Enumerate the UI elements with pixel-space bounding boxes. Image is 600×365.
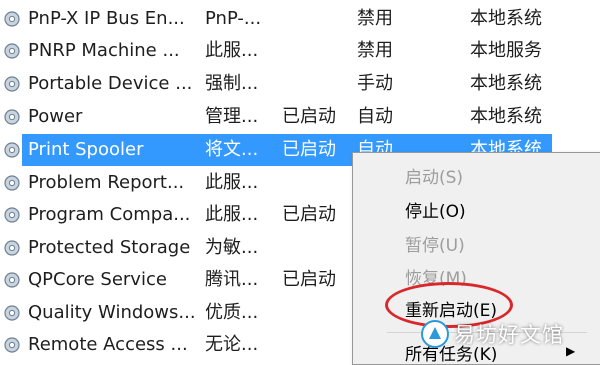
service-status: 已启动 (282, 139, 336, 160)
service-gear-icon (4, 207, 20, 223)
service-logon: 本地服务 (470, 40, 542, 61)
service-name: PnP-X IP Bus En... (28, 8, 185, 29)
service-gear-icon (4, 305, 20, 321)
service-name: QPCore Service (28, 269, 167, 290)
service-name: Power (28, 106, 83, 127)
service-name: Program Compa... (28, 204, 191, 225)
service-description: 为敏... (205, 237, 259, 258)
service-description: 管理... (205, 106, 259, 127)
service-gear-icon (4, 175, 20, 191)
service-status: 已启动 (282, 106, 336, 127)
service-gear-icon (4, 142, 20, 158)
watermark-text: 易坊好文馆 (454, 323, 564, 347)
service-startup-type: 禁用 (357, 8, 393, 29)
service-description: 此服... (205, 204, 259, 225)
service-description: 腾讯... (205, 269, 259, 290)
menu-item-pause[interactable]: 暂停(U) (405, 231, 465, 256)
service-startup-type: 手动 (357, 73, 393, 94)
service-name: PNRP Machine ... (28, 40, 180, 61)
service-row[interactable]: PNRP Machine ... 此服... 禁用 本地服务 (0, 35, 600, 67)
service-status: 已启动 (282, 269, 336, 290)
service-startup-type: 禁用 (357, 40, 393, 61)
service-gear-icon (4, 337, 20, 353)
watermark: 易坊好文馆 (420, 314, 564, 354)
service-description: 无论... (205, 334, 259, 355)
service-row[interactable]: PnP-X IP Bus En... PnP-... 禁用 本地系统 (0, 3, 600, 35)
watermark-logo-icon (421, 320, 449, 348)
service-description: 优质... (205, 302, 259, 323)
service-name: Problem Report... (28, 172, 185, 193)
service-name: Protected Storage (28, 237, 191, 258)
service-startup-type: 自动 (357, 106, 393, 127)
menu-item-stop[interactable]: 停止(O) (405, 197, 466, 222)
service-gear-icon (4, 109, 20, 125)
service-description: 此服... (205, 172, 259, 193)
service-gear-icon (4, 272, 20, 288)
service-description: 强制... (205, 73, 259, 94)
service-status: 已启动 (282, 204, 336, 225)
menu-item-start[interactable]: 启动(S) (405, 163, 463, 188)
service-gear-icon (4, 76, 20, 92)
service-name: Remote Access ... (28, 334, 188, 355)
service-description: PnP-... (205, 8, 262, 29)
service-row[interactable]: Portable Device ... 强制... 手动 本地系统 (0, 68, 600, 100)
service-logon: 本地系统 (470, 106, 542, 127)
service-row[interactable]: Power 管理... 已启动 自动 本地系统 (0, 101, 600, 133)
service-logon: 本地系统 (470, 8, 542, 29)
service-logon: 本地系统 (470, 73, 542, 94)
service-description: 将文... (205, 139, 259, 160)
service-name: Portable Device ... (28, 73, 193, 94)
service-description: 此服... (205, 40, 259, 61)
service-gear-icon (4, 43, 20, 59)
service-gear-icon (4, 11, 20, 27)
service-gear-icon (4, 240, 20, 256)
service-name: Print Spooler (28, 139, 144, 160)
service-name: Quality Windows... (28, 302, 196, 323)
submenu-arrow-icon: ▶ (566, 344, 576, 358)
